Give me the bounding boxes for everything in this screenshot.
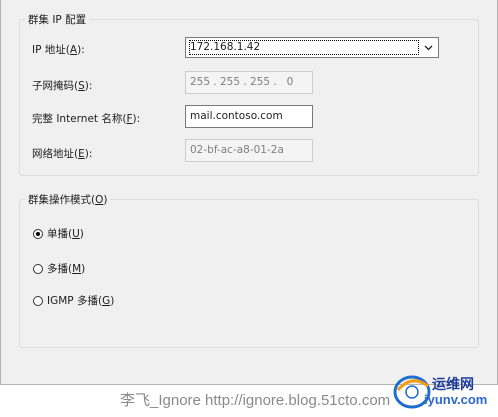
igmp-multicast-radio[interactable]: IGMP 多播(G) (33, 293, 114, 308)
cluster-op-mode-group: 群集操作模式(O) (19, 192, 479, 348)
ip-address-label: IP 地址(A): (32, 44, 85, 56)
cluster-properties-dialog: 群集 IP 配置 IP 地址(A): 172.168.1.42 子网掩码(S):… (0, 0, 498, 385)
ip-address-value: 172.168.1.42 (190, 41, 261, 53)
fqdn-input[interactable]: mail.contoso.com (185, 105, 313, 128)
network-address-value: 02-bf-ac-a8-01-2a (190, 144, 284, 156)
cluster-ip-config-legend: 群集 IP 配置 (28, 14, 87, 26)
unicast-radio[interactable]: 单播(U) (33, 226, 84, 241)
ip-address-combobox[interactable]: 172.168.1.42 (185, 37, 439, 58)
chevron-down-icon[interactable] (421, 40, 436, 55)
radio-icon[interactable] (33, 295, 43, 306)
mask-seg-3: 255 (250, 76, 271, 88)
mask-seg-4: 0 (286, 76, 294, 88)
radio-selected-icon[interactable] (33, 228, 43, 239)
mask-seg-1: 255 (190, 76, 211, 88)
network-address-field: 02-bf-ac-a8-01-2a (185, 139, 313, 162)
subnet-mask-field: 255. 255. 255. 0 (185, 71, 313, 94)
multicast-label: 多播(M) (47, 263, 86, 275)
subnet-mask-label: 子网掩码(S): (32, 80, 93, 92)
logo-line1: 运维网 (432, 376, 474, 392)
logo-line2: iyunv.com (424, 392, 488, 407)
mask-seg-2: 255 (220, 76, 241, 88)
fqdn-value: mail.contoso.com (190, 110, 283, 122)
network-address-label: 网络地址(E): (32, 148, 93, 160)
igmp-multicast-label: IGMP 多播(G) (47, 295, 115, 307)
cluster-op-mode-legend: 群集操作模式(O) (28, 194, 108, 206)
unicast-label: 单播(U) (47, 228, 84, 240)
radio-icon[interactable] (33, 263, 43, 274)
fqdn-label: 完整 Internet 名称(F): (32, 113, 141, 125)
site-logo: 运维网 iyunv.com (384, 368, 496, 416)
blog-watermark: 李飞_Ignore http://ignore.blog.51cto.com (120, 392, 391, 409)
multicast-radio[interactable]: 多播(M) (33, 261, 85, 276)
